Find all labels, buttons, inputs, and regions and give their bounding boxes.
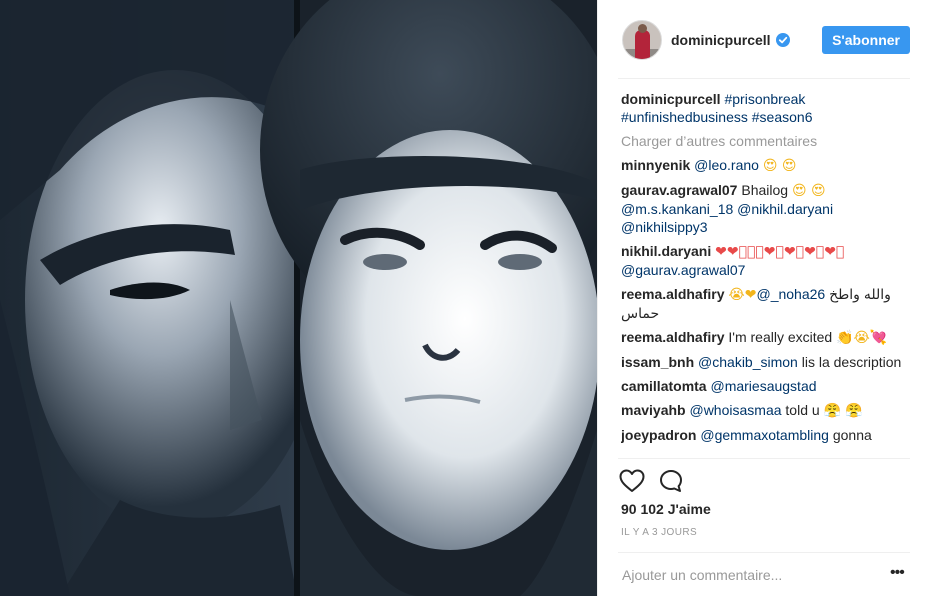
- load-more-comments-link[interactable]: Charger d’autres commentaires: [621, 132, 911, 150]
- comment-item: camillatomta @mariesaugstad: [621, 377, 911, 395]
- post-side-panel: dominicpurcell S'abonner dominicpurcell …: [597, 0, 930, 596]
- comment-text: gonna: [832, 427, 872, 443]
- comment-item: nikhil.daryani ❤❤⃝⃝⃝❤⃝❤⃝❤⃝❤⃝ @gaurav.agr…: [621, 242, 911, 279]
- post-actions: [619, 467, 697, 495]
- comment-item: issam_bnh @chakib_simon lis la descripti…: [621, 353, 911, 371]
- heart-icon[interactable]: [619, 469, 645, 493]
- comment-item: gaurav.agrawal07 Bhailog 😍 😍 @m.s.kankan…: [621, 181, 911, 236]
- comments-divider: [618, 458, 910, 459]
- comment-text: I'm really excited: [728, 329, 833, 345]
- comment-username[interactable]: camillatomta: [621, 378, 707, 394]
- comment-item: joeypadron @gemmaxotambling gonna: [621, 426, 911, 444]
- follow-button[interactable]: S'abonner: [822, 26, 910, 54]
- comment-emoji: 😭❤: [728, 287, 757, 303]
- post-timestamp[interactable]: IL Y A 3 JOURS: [621, 527, 697, 538]
- caption-username[interactable]: dominicpurcell: [621, 91, 721, 107]
- comment-emoji: 😤 😤: [823, 403, 863, 419]
- comment-item: reema.aldhafiry 😭❤@_noha26 والله واطخ حم…: [621, 285, 911, 322]
- comment-mention[interactable]: @_noha26: [756, 286, 825, 302]
- comment-emoji: ❤❤⃝⃝⃝❤⃝❤⃝❤⃝❤⃝: [715, 244, 845, 260]
- comment-text: lis la description: [801, 354, 902, 370]
- comment-username[interactable]: gaurav.agrawal07: [621, 182, 737, 198]
- comment-username[interactable]: issam_bnh: [621, 354, 694, 370]
- comment-username[interactable]: minnyenik: [621, 157, 690, 173]
- comment-item: minnyenik @leo.rano 😍 😍: [621, 156, 911, 175]
- comment-username[interactable]: reema.aldhafiry: [621, 329, 725, 345]
- verified-badge-icon: [775, 33, 790, 47]
- comments-list[interactable]: dominicpurcell #prisonbreak #unfinishedb…: [621, 90, 911, 458]
- comment-emoji: 👏😭💘: [836, 330, 888, 346]
- post-header: dominicpurcell S'abonner: [622, 18, 910, 62]
- comment-username[interactable]: reema.aldhafiry: [621, 286, 725, 302]
- comment-item: reema.aldhafiry I'm really excited 👏😭💘: [621, 328, 911, 347]
- comment-mention[interactable]: @mariesaugstad: [710, 378, 816, 394]
- header-username[interactable]: dominicpurcell: [671, 32, 771, 48]
- comment-mention[interactable]: @leo.rano: [694, 157, 759, 173]
- photo-image: [0, 0, 597, 596]
- comment-text: Bhailog: [741, 182, 789, 198]
- comment-mention[interactable]: @gaurav.agrawal07: [621, 262, 745, 278]
- comment-text: told u: [785, 402, 820, 418]
- comment-item: maviyahb @whoisasmaa told u 😤 😤: [621, 401, 911, 420]
- header-divider: [618, 78, 910, 79]
- likes-count[interactable]: 90 102 J'aime: [621, 501, 711, 517]
- comment-username[interactable]: nikhil.daryani: [621, 243, 711, 259]
- footer-divider: [618, 552, 910, 553]
- add-comment-input[interactable]: [622, 564, 882, 586]
- comment-mention[interactable]: @m.s.kankani_18 @nikhil.daryani @nikhils…: [621, 201, 833, 235]
- comment-icon[interactable]: [659, 469, 683, 493]
- comment-mention[interactable]: @whoisasmaa: [689, 402, 781, 418]
- comment-username[interactable]: maviyahb: [621, 402, 686, 418]
- comment-mention[interactable]: @gemmaxotambling: [700, 427, 829, 443]
- post-photo[interactable]: [0, 0, 597, 596]
- comment-emoji: 😍 😍: [762, 158, 797, 174]
- comment-mention[interactable]: @chakib_simon: [698, 354, 798, 370]
- avatar[interactable]: [622, 20, 662, 60]
- more-options-icon[interactable]: •••: [890, 565, 910, 582]
- comment-emoji: 😍 😍: [791, 183, 826, 199]
- caption: dominicpurcell #prisonbreak #unfinishedb…: [621, 90, 911, 126]
- comment-username[interactable]: joeypadron: [621, 427, 696, 443]
